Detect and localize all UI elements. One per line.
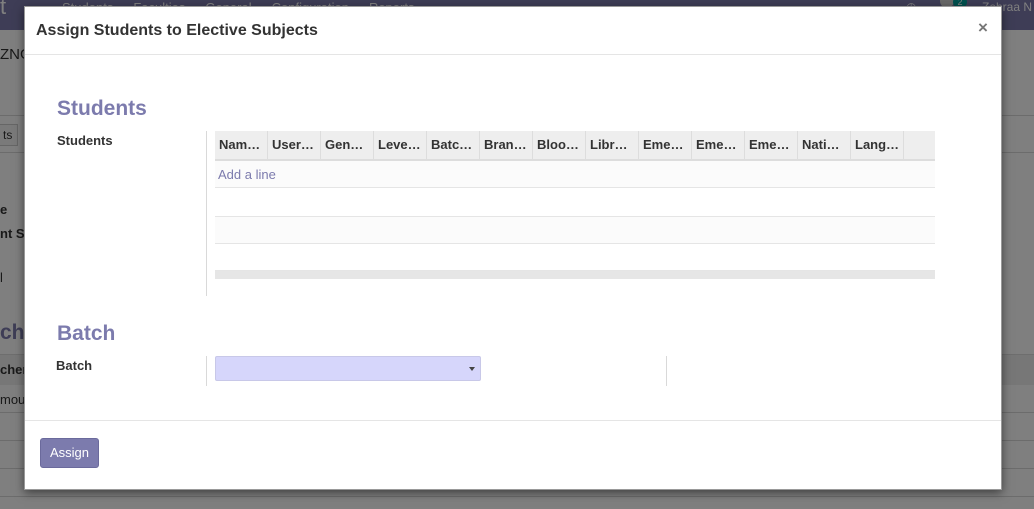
- batch-field-label: Batch: [56, 358, 93, 373]
- assign-button[interactable]: Assign: [40, 438, 99, 468]
- grid-footer: [215, 271, 935, 279]
- table-row: [215, 188, 935, 217]
- modal-footer: Assign: [25, 420, 1001, 490]
- column-user[interactable]: User…: [268, 131, 321, 159]
- column-language[interactable]: Lang…: [851, 131, 904, 159]
- close-icon[interactable]: ×: [978, 19, 988, 36]
- students-section-title: Students: [57, 97, 147, 120]
- modal-title: Assign Students to Elective Subjects: [36, 22, 318, 39]
- column-level[interactable]: Leve…: [374, 131, 427, 159]
- table-row: Add a line: [215, 161, 935, 188]
- column-gender[interactable]: Gen…: [321, 131, 374, 159]
- column-branch[interactable]: Bran…: [480, 131, 533, 159]
- column-blood[interactable]: Bloo…: [533, 131, 586, 159]
- column-emergency-2[interactable]: Eme…: [692, 131, 745, 159]
- batch-section-title: Batch: [57, 322, 116, 345]
- assign-elective-dialog: Assign Students to Elective Subjects × S…: [24, 6, 1002, 490]
- students-field-label: Students: [57, 133, 113, 148]
- modal-header: Assign Students to Elective Subjects ×: [25, 7, 1001, 55]
- column-name[interactable]: Nam…: [215, 131, 268, 159]
- table-row: [215, 244, 935, 271]
- table-row: [215, 217, 935, 244]
- column-batch[interactable]: Batc…: [427, 131, 480, 159]
- caret-down-icon: [469, 367, 475, 371]
- column-emergency-1[interactable]: Eme…: [639, 131, 692, 159]
- batch-select[interactable]: [215, 356, 481, 381]
- add-line-link[interactable]: Add a line: [218, 167, 276, 182]
- column-nationality[interactable]: Nati…: [798, 131, 851, 159]
- grid-header: Nam… User… Gen… Leve… Batc… Bran… Bloo… …: [215, 131, 935, 161]
- column-emergency-3[interactable]: Eme…: [745, 131, 798, 159]
- column-library[interactable]: Libr…: [586, 131, 639, 159]
